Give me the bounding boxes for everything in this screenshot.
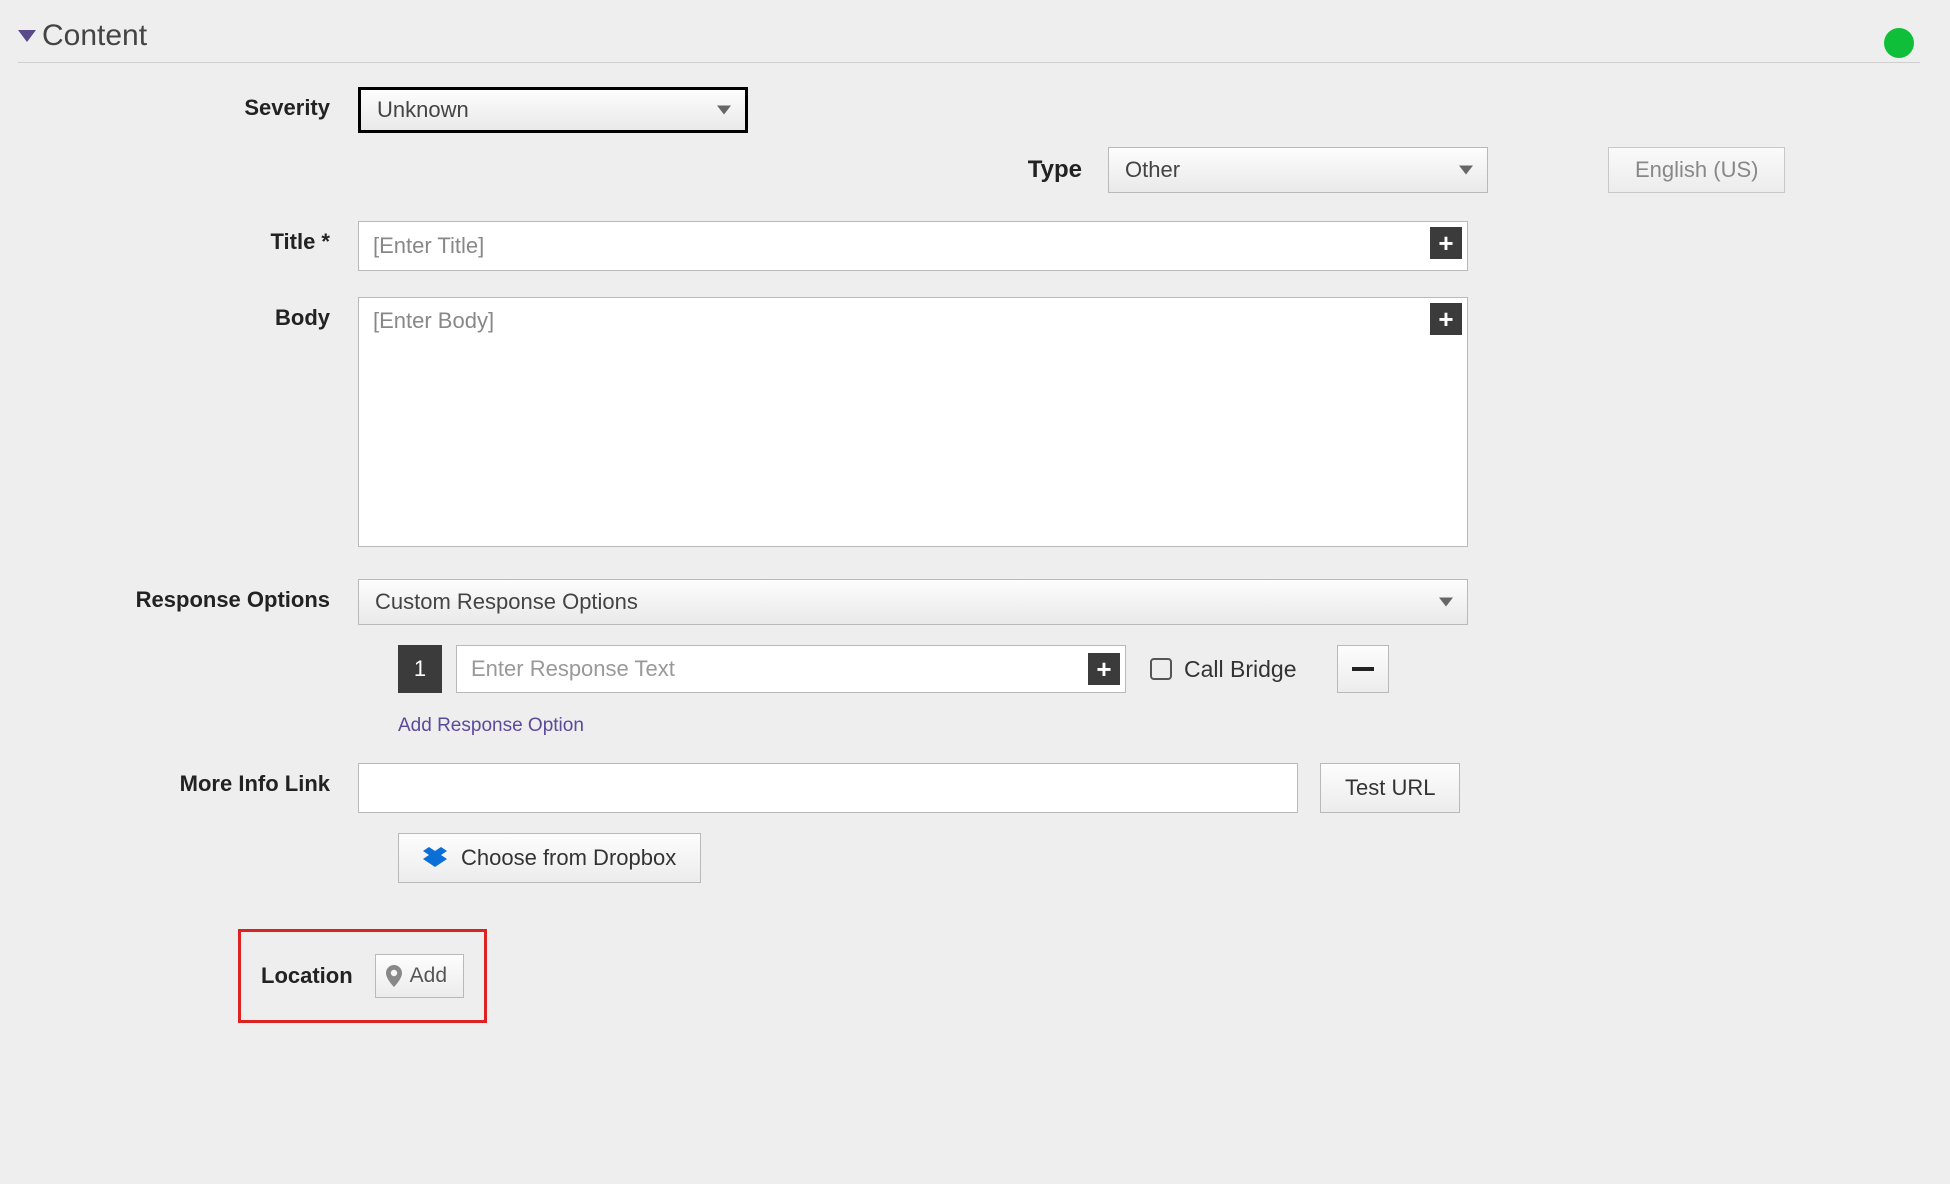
type-label: Type (58, 156, 1108, 184)
severity-value: Unknown (377, 97, 469, 123)
title-input[interactable] (358, 221, 1468, 271)
severity-select[interactable]: Unknown (358, 87, 748, 133)
chevron-down-icon (1439, 598, 1453, 607)
response-options-label: Response Options (58, 579, 358, 613)
divider (18, 62, 1920, 63)
language-button[interactable]: English (US) (1608, 147, 1785, 193)
response-index: 1 (398, 645, 442, 693)
add-location-label: Add (410, 964, 447, 988)
test-url-label: Test URL (1345, 775, 1435, 801)
location-label: Location (261, 963, 353, 989)
dropbox-button-label: Choose from Dropbox (461, 845, 676, 871)
body-input[interactable] (358, 297, 1468, 547)
language-value: English (US) (1635, 157, 1758, 183)
add-response-option-link[interactable]: Add Response Option (398, 715, 584, 737)
call-bridge-label: Call Bridge (1184, 656, 1297, 683)
map-pin-icon (386, 965, 402, 987)
minus-icon (1352, 667, 1374, 671)
response-options-select[interactable]: Custom Response Options (358, 579, 1468, 625)
more-info-label: More Info Link (58, 763, 358, 797)
severity-label: Severity (58, 87, 358, 121)
type-select[interactable]: Other (1108, 147, 1488, 193)
status-indicator-icon (1884, 28, 1914, 58)
title-label: Title * (58, 221, 358, 255)
call-bridge-checkbox[interactable] (1150, 658, 1172, 680)
chevron-down-icon (1459, 166, 1473, 175)
chevron-down-icon (717, 106, 731, 115)
more-info-url-input[interactable] (358, 763, 1298, 813)
response-options-value: Custom Response Options (375, 589, 638, 615)
dropbox-button[interactable]: Choose from Dropbox (398, 833, 701, 883)
dropbox-icon (423, 847, 447, 869)
add-location-button[interactable]: Add (375, 954, 464, 998)
title-add-button[interactable]: + (1430, 227, 1462, 259)
response-option-row: 1 + Call Bridge (398, 645, 1389, 693)
response-text-input[interactable] (456, 645, 1126, 693)
collapse-icon[interactable] (18, 30, 36, 42)
remove-response-button[interactable] (1337, 645, 1389, 693)
response-add-button[interactable]: + (1088, 653, 1120, 685)
test-url-button[interactable]: Test URL (1320, 763, 1460, 813)
type-value: Other (1125, 157, 1180, 183)
body-label: Body (58, 297, 358, 331)
location-highlight: Location Add (238, 929, 487, 1023)
body-add-button[interactable]: + (1430, 303, 1462, 335)
panel-title: Content (42, 19, 147, 53)
